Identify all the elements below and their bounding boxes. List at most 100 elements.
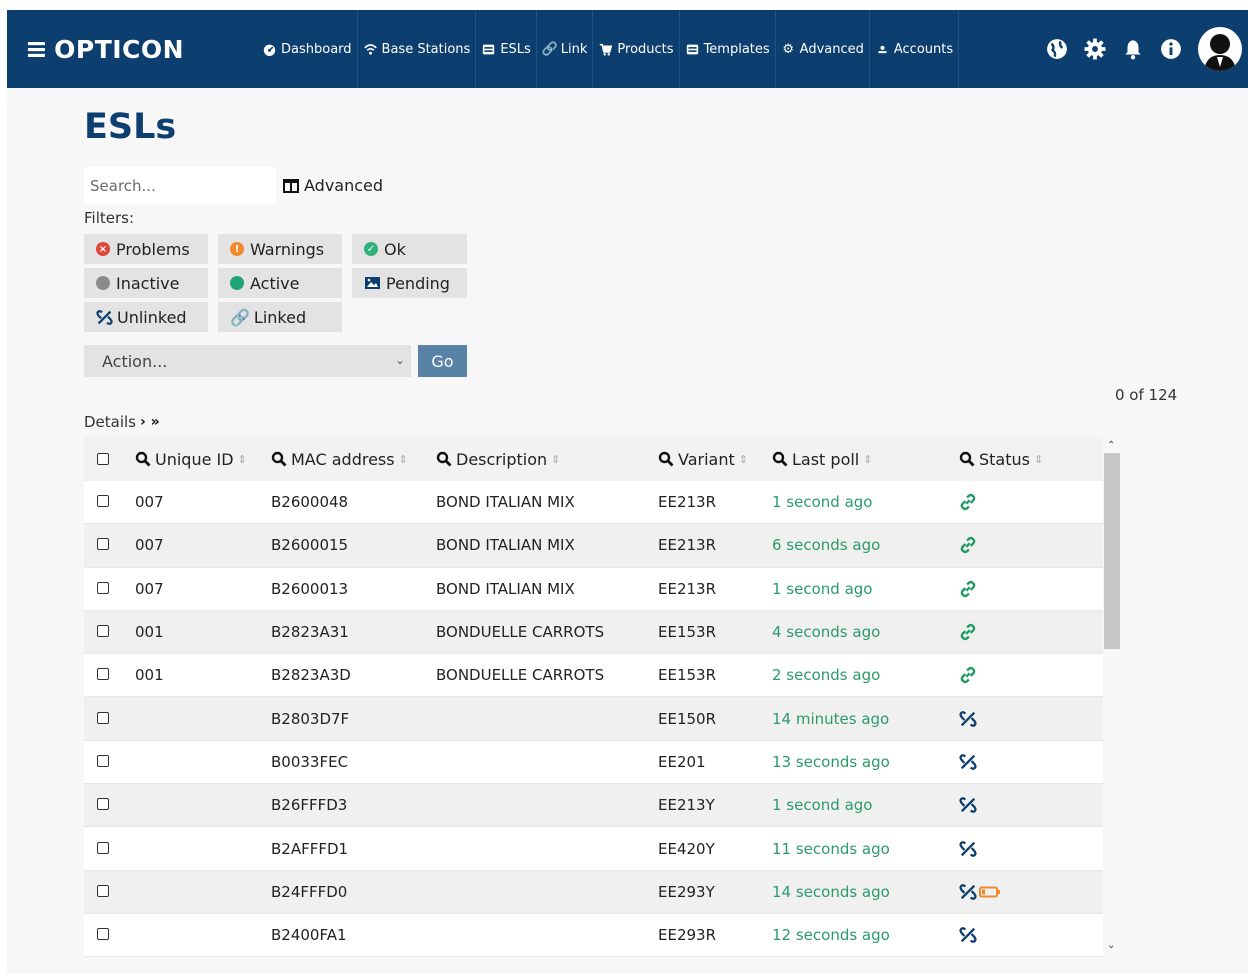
cell-status [959, 666, 1103, 684]
cell-status [959, 926, 1103, 944]
unlink-icon [959, 840, 977, 858]
row-checkbox[interactable] [97, 668, 109, 681]
column-description[interactable]: Description ⇕ [436, 450, 658, 469]
low-battery-icon [977, 886, 1001, 898]
select-all-checkbox[interactable] [97, 452, 109, 465]
filter-ok[interactable]: ✓ Ok [352, 234, 467, 264]
filter-problems[interactable]: × Problems [84, 234, 208, 264]
table-scrollbar[interactable]: ⌃ ⌄ [1103, 437, 1121, 957]
details-toggle[interactable]: Details › » [84, 413, 160, 431]
table-row[interactable]: B26FFFD3 EE213Y 1 second ago [84, 784, 1103, 828]
cell-last-poll: 14 minutes ago [772, 709, 890, 728]
cogs-icon: ⚙ [782, 41, 794, 57]
row-checkbox[interactable] [97, 581, 109, 594]
sort-icon: ⇕ [551, 452, 561, 466]
wifi-icon [363, 43, 377, 55]
cell-unique-id: 007 [135, 493, 164, 512]
table-row[interactable]: 007 B2600015 BOND ITALIAN MIX EE213R 6 secon… [84, 524, 1103, 568]
column-mac-address[interactable]: MAC address ⇕ [271, 450, 436, 469]
go-button[interactable]: Go [418, 345, 467, 377]
check-icon: ✓ [364, 242, 378, 256]
menu-icon[interactable]: ≡ [25, 36, 48, 63]
filter-active[interactable]: Active [218, 268, 342, 298]
filter-warnings[interactable]: ! Warnings [218, 234, 342, 264]
chevron-down-icon: ⌄ [394, 353, 405, 367]
unlink-icon [959, 883, 977, 901]
nav-accounts[interactable]: Accounts [870, 10, 960, 88]
nav-dashboard[interactable]: Dashboard [257, 10, 358, 88]
filter-unlinked[interactable]: Unlinked [84, 302, 208, 332]
row-checkbox[interactable] [97, 798, 109, 811]
dashboard-icon [263, 44, 276, 56]
filter-linked[interactable]: 🔗 Linked [218, 302, 342, 332]
cell-mac-address: B0033FEC [271, 752, 349, 771]
cell-status [959, 536, 1103, 554]
unlink-icon [959, 796, 977, 814]
scrollbar-thumb[interactable] [1104, 453, 1120, 649]
table-row[interactable]: B2803D7F EE150R 14 minutes ago [84, 697, 1103, 741]
table-row[interactable]: B2AFFFD1 EE420Y 11 seconds ago [84, 827, 1103, 871]
nav-esls[interactable]: ESLs [476, 10, 537, 88]
column-status[interactable]: Status ⇕ [959, 450, 1103, 469]
column-last-poll[interactable]: Last poll ⇕ [772, 450, 959, 469]
row-checkbox[interactable] [97, 711, 109, 724]
row-checkbox[interactable] [97, 754, 109, 767]
table-row[interactable]: 001 B2823A31 BONDUELLE CARROTS EE153R 4 seco… [84, 610, 1103, 655]
avatar[interactable] [1198, 27, 1242, 71]
cell-variant: EE150R [658, 709, 717, 728]
link-icon [959, 536, 977, 554]
link-icon [959, 580, 977, 598]
row-checkbox[interactable] [97, 841, 109, 854]
row-checkbox[interactable] [97, 538, 109, 551]
cell-mac-address: B2600015 [271, 536, 349, 555]
nav-advanced[interactable]: ⚙ Advanced [776, 10, 870, 88]
search-icon [959, 451, 975, 467]
esl-table: Unique ID ⇕ MAC address ⇕ Description ⇕ Var… [84, 437, 1103, 957]
warning-icon: ! [230, 242, 244, 256]
cell-mac-address: B26FFFD3 [271, 796, 348, 815]
advanced-toggle[interactable]: Advanced [283, 176, 383, 195]
search-icon [772, 451, 788, 467]
cell-variant: EE213R [658, 493, 717, 512]
table-body: 007 B2600048 BOND ITALIAN MIX EE213R 1 secon… [84, 481, 1103, 957]
info-icon[interactable] [1160, 38, 1182, 60]
filters-label: Filters: [84, 209, 135, 227]
table-row[interactable]: 007 B2600013 BOND ITALIAN MIX EE213R 1 secon… [84, 567, 1103, 611]
table-row[interactable]: B2400FA1 EE293R 12 seconds ago [84, 913, 1103, 957]
brand[interactable]: ≡ OPTICON [25, 35, 257, 64]
cell-mac-address: B2AFFFD1 [271, 839, 349, 858]
table-row[interactable]: B0033FEC EE201 13 seconds ago [84, 740, 1103, 785]
action-select[interactable]: Action... ⌄ [84, 345, 411, 377]
cell-unique-id: 001 [135, 623, 164, 642]
row-checkbox[interactable] [97, 928, 109, 941]
nav-link[interactable]: 🔗 Link [537, 10, 594, 88]
nav-templates[interactable]: Templates [680, 10, 776, 88]
cell-variant: EE420Y [658, 839, 715, 858]
cell-variant: EE213R [658, 579, 717, 598]
cell-last-poll: 6 seconds ago [772, 536, 881, 555]
search-input[interactable] [84, 167, 276, 204]
filter-inactive[interactable]: Inactive [84, 268, 208, 298]
table-row[interactable]: 007 B2600048 BOND ITALIAN MIX EE213R 1 secon… [84, 481, 1103, 525]
nav-products[interactable]: Products [593, 10, 680, 88]
table-row[interactable]: B24FFFD0 EE293Y 14 seconds ago [84, 870, 1103, 914]
gear-icon[interactable] [1084, 38, 1106, 60]
template-icon [686, 44, 698, 54]
row-checkbox[interactable] [97, 625, 109, 638]
nav-base-stations[interactable]: Base Stations [358, 10, 477, 88]
globe-icon[interactable] [1046, 38, 1068, 60]
bell-icon[interactable] [1122, 38, 1144, 60]
column-unique-id[interactable]: Unique ID ⇕ [135, 450, 271, 469]
scroll-down-icon[interactable]: ⌄ [1107, 940, 1115, 951]
cell-mac-address: B2823A3D [271, 666, 351, 685]
table-row[interactable]: 001 B2823A3D BONDUELLE CARROTS EE153R 2 seco… [84, 654, 1103, 698]
columns-icon [283, 178, 299, 193]
cell-last-poll: 2 seconds ago [772, 666, 881, 685]
cell-last-poll: 14 seconds ago [772, 882, 890, 901]
scroll-up-icon[interactable]: ⌃ [1107, 440, 1115, 451]
filter-pending[interactable]: Pending [352, 268, 467, 298]
row-checkbox[interactable] [97, 884, 109, 897]
cell-variant: EE153R [658, 623, 717, 642]
row-checkbox[interactable] [97, 495, 109, 508]
column-variant[interactable]: Variant ⇕ [658, 450, 772, 469]
